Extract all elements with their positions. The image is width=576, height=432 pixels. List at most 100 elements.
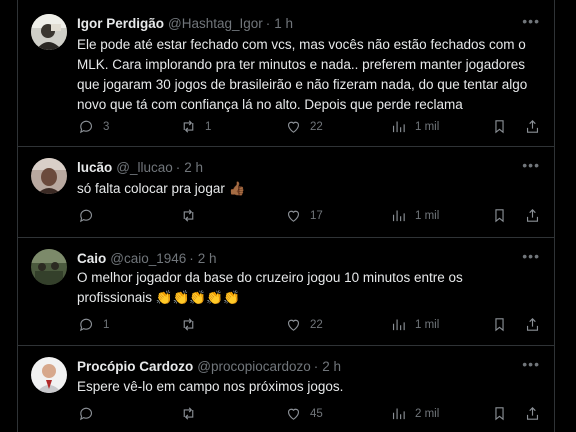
bookmark-icon xyxy=(495,318,504,332)
tweet-text: Ele pode até estar fechado com vcs, mas … xyxy=(77,37,528,112)
avatar[interactable] xyxy=(31,249,67,285)
reply-icon xyxy=(79,407,93,421)
reply-button[interactable] xyxy=(78,207,103,224)
more-icon[interactable]: ••• xyxy=(522,157,540,173)
more-icon[interactable]: ••• xyxy=(522,248,540,264)
share-icon xyxy=(526,120,539,133)
reply-icon xyxy=(79,318,93,332)
display-name[interactable]: Igor Perdigão xyxy=(77,16,164,31)
tweet-actions: 17 1 mil xyxy=(18,207,554,227)
timestamp[interactable]: 2 h xyxy=(198,251,217,266)
user-handle[interactable]: @_llucao xyxy=(116,160,173,175)
like-count: 22 xyxy=(310,318,323,331)
share-button[interactable] xyxy=(524,316,541,333)
display-name[interactable]: lucão xyxy=(77,160,112,175)
tweet-actions: 1 22 1 mil xyxy=(18,316,554,336)
tweet[interactable]: Procópio Cardozo @procopiocardozo · 2 h … xyxy=(18,345,554,432)
reply-button[interactable] xyxy=(78,405,103,422)
avatar-photo xyxy=(31,158,67,194)
views-button[interactable]: 2 mil xyxy=(390,405,439,422)
avatar[interactable] xyxy=(31,357,67,393)
repost-button[interactable]: 1 xyxy=(180,118,211,135)
avatar[interactable] xyxy=(31,158,67,194)
avatar-photo xyxy=(31,357,67,393)
like-button[interactable]: 45 xyxy=(285,405,323,422)
repost-icon xyxy=(183,318,194,331)
share-icon xyxy=(526,407,539,420)
tweet-header: Igor Perdigão @Hashtag_Igor · 1 h xyxy=(77,13,293,33)
heart-icon xyxy=(287,121,300,133)
tweet[interactable]: lucão @_llucao · 2 h ••• só falta coloca… xyxy=(18,146,554,238)
like-button[interactable]: 22 xyxy=(285,118,323,135)
share-button[interactable] xyxy=(524,405,541,422)
repost-icon xyxy=(183,120,194,133)
views-button[interactable]: 1 mil xyxy=(390,316,439,333)
reply-button[interactable]: 1 xyxy=(78,316,109,333)
tweet[interactable]: Igor Perdigão @Hashtag_Igor · 1 h ••• El… xyxy=(18,0,554,147)
avatar-photo xyxy=(31,249,67,285)
views-count: 1 mil xyxy=(415,209,440,222)
more-icon[interactable]: ••• xyxy=(522,13,540,29)
reply-count: 1 xyxy=(103,318,110,331)
like-count: 45 xyxy=(310,407,323,420)
more-icon[interactable]: ••• xyxy=(522,356,540,372)
like-count: 17 xyxy=(310,209,323,222)
tweet-header: Caio @caio_1946 · 2 h xyxy=(77,248,217,268)
bookmark-icon xyxy=(495,209,504,223)
like-count: 22 xyxy=(310,120,323,133)
repost-icon xyxy=(183,407,194,420)
views-icon xyxy=(392,121,405,133)
views-count: 1 mil xyxy=(415,318,440,331)
tweet-actions: 45 2 mil xyxy=(18,405,554,425)
repost-button[interactable] xyxy=(180,405,205,422)
bookmark-icon xyxy=(495,407,504,421)
display-name[interactable]: Procópio Cardozo xyxy=(77,359,193,374)
user-handle[interactable]: @procopiocardozo xyxy=(197,359,311,374)
timestamp[interactable]: 1 h xyxy=(274,16,293,31)
bookmark-button[interactable] xyxy=(491,207,508,224)
tweet[interactable]: Caio @caio_1946 · 2 h ••• O melhor jogad… xyxy=(18,237,554,346)
avatar[interactable] xyxy=(31,14,67,50)
tweet-text: só falta colocar pra jogar 👍🏾 xyxy=(77,181,246,196)
heart-icon xyxy=(287,408,300,420)
repost-button[interactable] xyxy=(180,316,205,333)
avatar-photo xyxy=(31,14,67,50)
share-button[interactable] xyxy=(524,118,541,135)
bookmark-button[interactable] xyxy=(491,316,508,333)
reply-icon xyxy=(79,120,93,134)
views-button[interactable]: 1 mil xyxy=(390,207,439,224)
share-button[interactable] xyxy=(524,207,541,224)
heart-icon xyxy=(287,210,300,222)
reply-button[interactable]: 3 xyxy=(78,118,109,135)
display-name[interactable]: Caio xyxy=(77,251,106,266)
bookmark-icon xyxy=(495,120,504,134)
like-button[interactable]: 22 xyxy=(285,316,323,333)
reply-count: 3 xyxy=(103,120,110,133)
views-icon xyxy=(392,210,405,222)
views-count: 2 mil xyxy=(415,407,440,420)
user-handle[interactable]: @caio_1946 xyxy=(110,251,186,266)
repost-button[interactable] xyxy=(180,207,205,224)
reply-icon xyxy=(79,209,93,223)
separator-dot: · xyxy=(189,250,194,266)
bookmark-button[interactable] xyxy=(491,405,508,422)
views-button[interactable]: 1 mil xyxy=(390,118,439,135)
timestamp[interactable]: 2 h xyxy=(322,359,341,374)
bookmark-button[interactable] xyxy=(491,118,508,135)
separator-dot: · xyxy=(175,159,181,175)
separator-dot: · xyxy=(313,358,319,374)
views-icon xyxy=(392,319,405,331)
tweet-text: Espere vê-lo em campo nos próximos jogos… xyxy=(77,379,344,394)
tweet-header: lucão @_llucao · 2 h xyxy=(77,157,203,177)
share-icon xyxy=(526,318,539,331)
share-icon xyxy=(526,209,539,222)
repost-icon xyxy=(183,209,194,222)
tweet-actions: 3 1 22 1 mil xyxy=(18,118,554,138)
user-handle[interactable]: @Hashtag_Igor xyxy=(168,16,263,31)
tweet-text: O melhor jogador da base do cruzeiro jog… xyxy=(77,270,463,305)
heart-icon xyxy=(287,319,300,331)
timeline-feed: Igor Perdigão @Hashtag_Igor · 1 h ••• El… xyxy=(17,0,555,432)
like-button[interactable]: 17 xyxy=(285,207,323,224)
timestamp[interactable]: 2 h xyxy=(184,160,203,175)
views-count: 1 mil xyxy=(415,120,440,133)
